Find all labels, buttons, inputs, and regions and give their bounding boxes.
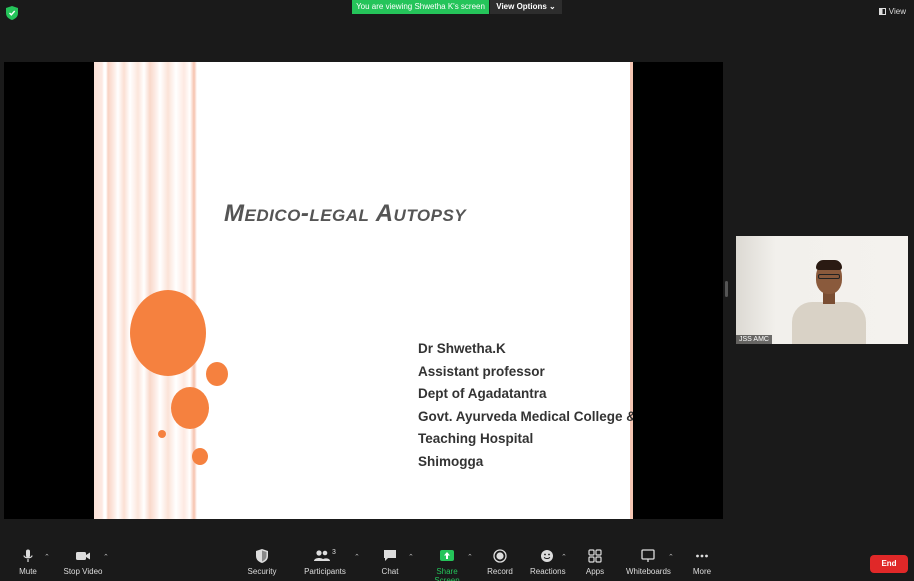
chevron-up-icon[interactable]: ⌃ bbox=[668, 553, 674, 561]
security-label: Security bbox=[247, 567, 277, 576]
layout-icon bbox=[878, 8, 886, 15]
author-line: Dept of Agadatantra bbox=[418, 386, 547, 401]
author-line: Govt. Ayurveda Medical College & bbox=[418, 408, 633, 424]
chevron-up-icon[interactable]: ⌃ bbox=[103, 553, 109, 561]
stop-video-label: Stop Video bbox=[63, 567, 103, 576]
record-label: Record bbox=[487, 567, 513, 576]
participants-count: 3 bbox=[332, 549, 336, 556]
security-button[interactable]: Security bbox=[246, 549, 278, 576]
person-hair bbox=[816, 260, 842, 270]
share-screen-icon bbox=[440, 550, 454, 561]
chevron-up-icon[interactable]: ⌃ bbox=[354, 553, 360, 561]
slide-decoration-stripes bbox=[94, 62, 199, 519]
more-button[interactable]: More bbox=[691, 549, 713, 576]
shared-screen: Medico-legal Autopsy Dr Shwetha.K Assist… bbox=[4, 62, 723, 519]
view-label: View bbox=[888, 7, 906, 16]
view-button[interactable]: View bbox=[878, 7, 906, 16]
chevron-up-icon[interactable]: ⌃ bbox=[44, 553, 50, 561]
person-body bbox=[792, 302, 866, 344]
decor-circle-tiny bbox=[158, 430, 166, 438]
decor-circle-medium bbox=[171, 387, 209, 429]
participants-icon-group: 3 bbox=[304, 549, 346, 563]
more-label: More bbox=[692, 567, 712, 576]
people-icon bbox=[314, 550, 331, 561]
end-meeting-button[interactable]: End bbox=[870, 555, 908, 573]
author-line: Assistant professor bbox=[418, 363, 545, 379]
whiteboards-button[interactable]: Whiteboards bbox=[626, 549, 671, 576]
decor-circle-large bbox=[130, 290, 206, 376]
whiteboards-label: Whiteboards bbox=[626, 567, 671, 576]
decor-circle-small-2 bbox=[192, 448, 208, 465]
mute-button[interactable]: Mute bbox=[16, 549, 40, 576]
reactions-label: Reactions bbox=[530, 567, 566, 576]
chevron-up-icon[interactable]: ⌃ bbox=[408, 553, 414, 561]
author-line: Shimogga bbox=[418, 453, 484, 469]
chat-icon bbox=[384, 550, 396, 561]
shield-icon[interactable] bbox=[6, 6, 18, 20]
microphone-icon bbox=[23, 549, 33, 562]
participants-label: Participants bbox=[304, 567, 346, 576]
record-button[interactable]: Record bbox=[487, 549, 513, 576]
apps-button[interactable]: Apps bbox=[585, 549, 605, 576]
glasses bbox=[818, 274, 840, 279]
video-camera-icon bbox=[76, 552, 90, 560]
participants-button[interactable]: 3 Participants bbox=[304, 549, 346, 576]
decor-circle-small-1 bbox=[206, 362, 228, 386]
share-screen-label: Share Screen bbox=[434, 567, 460, 581]
more-dots-icon bbox=[696, 554, 708, 558]
smiley-icon bbox=[541, 550, 553, 562]
record-icon bbox=[493, 549, 507, 563]
shield-icon bbox=[256, 549, 268, 563]
apps-label: Apps bbox=[585, 567, 605, 576]
mute-label: Mute bbox=[19, 567, 37, 576]
whiteboard-icon bbox=[641, 549, 655, 562]
chevron-up-icon[interactable]: ⌃ bbox=[467, 553, 473, 561]
meeting-toolbar: Mute ⌃ Stop Video ⌃ Security 3 Participa… bbox=[0, 541, 914, 581]
author-line: Dr Shwetha.K bbox=[418, 341, 506, 356]
stop-video-button[interactable]: Stop Video bbox=[62, 549, 104, 576]
participant-video[interactable]: JSS AMC bbox=[736, 236, 908, 344]
participant-name-label: JSS AMC bbox=[736, 335, 772, 344]
top-bar: You are viewing Shwetha K's screen View … bbox=[0, 0, 914, 26]
author-block: Dr Shwetha.K Assistant professor Dept of… bbox=[418, 338, 633, 473]
presentation-slide: Medico-legal Autopsy Dr Shwetha.K Assist… bbox=[94, 62, 633, 519]
reactions-button[interactable]: Reactions bbox=[530, 549, 566, 576]
slide-title: Medico-legal Autopsy bbox=[224, 200, 467, 227]
chat-button[interactable]: Chat bbox=[380, 549, 400, 576]
apps-icon bbox=[588, 549, 602, 563]
chat-label: Chat bbox=[381, 567, 399, 576]
screen-share-banner: You are viewing Shwetha K's screen bbox=[352, 0, 489, 14]
author-line: Teaching Hospital bbox=[418, 431, 534, 446]
share-screen-button[interactable]: Share Screen bbox=[424, 549, 470, 581]
chevron-up-icon[interactable]: ⌃ bbox=[561, 553, 567, 561]
panel-resize-handle[interactable] bbox=[725, 281, 728, 297]
view-options-button[interactable]: View Options ⌄ bbox=[490, 0, 562, 14]
